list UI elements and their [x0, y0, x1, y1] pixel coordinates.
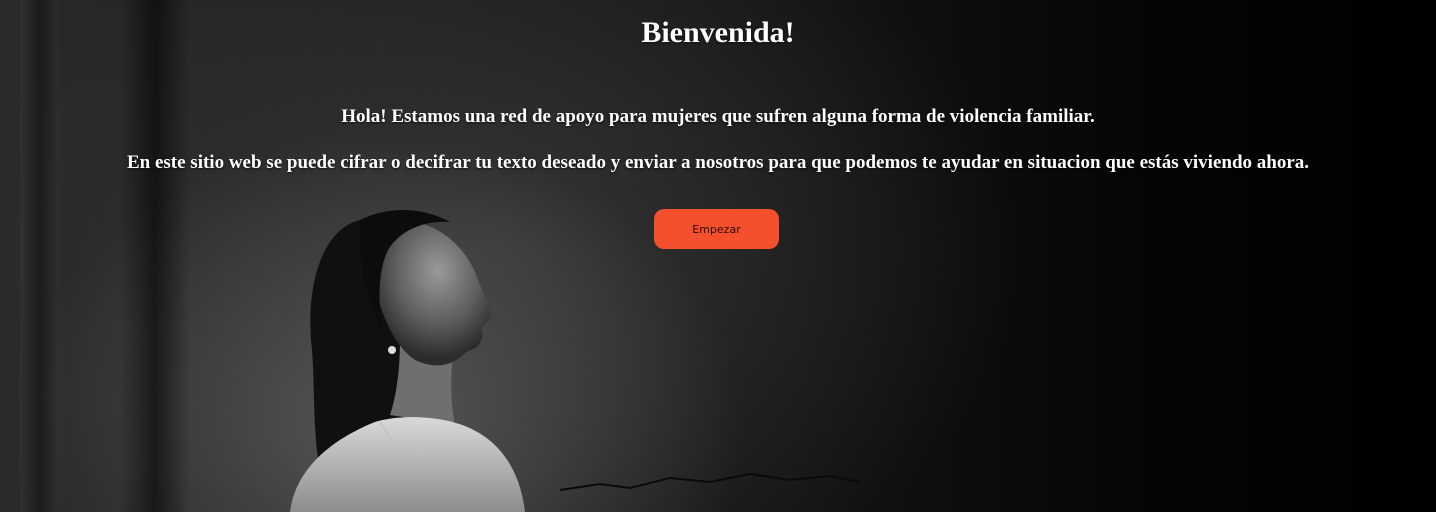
background-wall-pillar	[120, 0, 190, 512]
page-title: Bienvenida!	[641, 16, 795, 49]
intro-text: Hola! Estamos una red de apoyo para muje…	[341, 106, 1095, 127]
background-wall-crack	[560, 472, 860, 491]
start-button[interactable]: Empezar	[654, 209, 779, 249]
background-wall-texture	[20, 0, 60, 512]
hero-section: Bienvenida! Hola! Estamos una red de apo…	[0, 0, 1436, 512]
description-text: En este sitio web se puede cifrar o deci…	[126, 152, 1310, 173]
background-photo-woman	[290, 210, 525, 512]
